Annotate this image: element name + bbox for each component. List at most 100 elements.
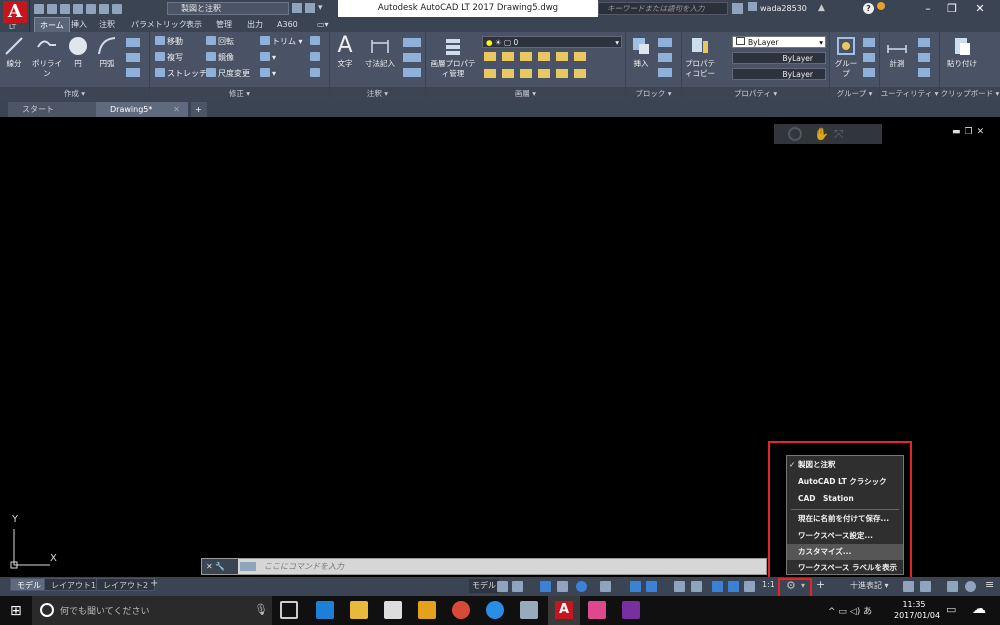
zoom-icon[interactable] [788,127,802,141]
menu-item-workspace-settings[interactable]: ワークスペース設定... [787,528,903,544]
tab-home[interactable]: ホーム [34,17,70,32]
paste-button[interactable]: 貼り付け [944,35,980,69]
tab-insert[interactable]: 挿入 [66,17,92,32]
media-icon[interactable] [418,601,436,619]
menu-item-drafting-annotation[interactable]: ✓ 製図と注釈 [787,457,903,473]
internet-explorer-icon[interactable] [486,601,504,619]
clipboard-panel-title[interactable]: クリップボード ▾ [940,87,1000,100]
notification-icon[interactable] [877,2,885,10]
array-button[interactable]: ▾ [260,67,276,81]
tab-view[interactable]: 表示 [181,17,207,32]
object-snap-tracking-icon[interactable] [630,581,641,592]
layer-tool-icon[interactable] [538,69,550,78]
scale-button[interactable]: 尺度変更 [206,67,250,81]
rectangle-icon[interactable] [126,38,140,47]
viewport-window-controls[interactable]: ▬❐✕ [952,127,988,137]
layer-properties-button[interactable]: 画層プロパティ管理 [428,35,478,79]
pencil-icon[interactable] [310,35,322,49]
layers-panel-title[interactable]: 画層 ▾ [426,87,625,100]
color-dropdown[interactable]: ByLayer ▾ [732,36,826,48]
infer-icon[interactable] [540,581,551,592]
ortho-icon[interactable] [557,581,568,592]
mirror-button[interactable]: 鏡像 [206,51,234,65]
create-panel-title[interactable]: 作成 ▾ [0,87,149,100]
layer-tool-icon[interactable] [520,69,532,78]
dimension-button[interactable]: 寸法記入 [360,35,400,69]
annotation-monitor-icon[interactable]: + [816,578,825,591]
notification-center-icon[interactable]: ▭ [946,603,956,616]
explode-icon[interactable] [310,67,322,81]
edit-block-icon[interactable] [658,53,672,62]
tab-start[interactable]: スタート [8,102,98,117]
navigation-bar[interactable]: ✋ ⤧ [774,124,882,144]
close-tab-icon[interactable]: ✕ [173,102,180,117]
menu-item-save-current-as[interactable]: 現在に名前を付けて保存... [787,511,903,527]
new-file-icon[interactable] [34,3,44,14]
store-icon[interactable] [384,601,402,619]
erase-icon[interactable] [310,51,322,65]
ribbon-options-icon[interactable]: ▭▾ [312,17,334,32]
share-icon[interactable] [292,3,302,13]
autocad-taskbar-button[interactable]: A [548,596,580,625]
auto-scale-icon[interactable] [728,581,739,592]
stretch-button[interactable]: ストレッチ [155,67,207,81]
windows-start-icon[interactable]: ⊞ [10,603,22,619]
print-icon[interactable] [86,3,96,14]
scale-dropdown[interactable]: 1:1 [762,580,775,589]
rotate-button[interactable]: 回転 [206,35,234,49]
customization-menu-icon[interactable]: ≡ [985,578,994,591]
command-prompt-icon[interactable] [240,562,256,571]
isodraft-icon[interactable] [600,581,611,592]
workspace-dropdown[interactable]: 製図と注釈 [167,2,289,15]
linear-dim-icon[interactable] [403,38,421,47]
calculator-icon[interactable] [918,68,930,77]
application-menu-button[interactable]: A LT [0,0,30,34]
microphone-icon[interactable]: 🎙 [254,603,268,616]
snap-icon[interactable] [512,581,523,592]
table-icon[interactable] [403,68,421,77]
transparency-icon[interactable] [691,581,702,592]
region-icon[interactable] [126,68,140,77]
chevron-down-icon[interactable]: ▾ [318,3,326,13]
tab-layout2[interactable]: レイアウト2 [96,578,156,591]
tray-icons[interactable]: ^ ▭ ◁) あ [828,604,872,617]
model-space-button[interactable]: モデル [469,579,499,593]
point-icon[interactable] [918,53,930,62]
tab-model[interactable]: モデル [10,578,48,591]
copy-button[interactable]: 複写 [155,51,183,65]
layer-tool-icon[interactable] [574,69,586,78]
hatch-icon[interactable] [126,53,140,62]
help-icon[interactable]: ? [863,3,874,14]
file-explorer-icon[interactable] [350,601,368,619]
paint-icon[interactable] [520,601,538,619]
open-file-icon[interactable] [47,3,57,14]
user-account[interactable]: wada28530 [748,0,807,17]
autocad-logo[interactable]: A [3,1,27,23]
menu-item-show-workspace-label[interactable]: ワークスペース ラベルを表示 [787,560,903,576]
redo-icon[interactable] [112,3,122,14]
hpb-icon[interactable] [588,601,606,619]
polar-icon[interactable] [576,581,587,592]
layer-tool-icon[interactable] [520,52,532,61]
command-input[interactable]: ここにコマンドを入力 [264,559,344,574]
save-as-icon[interactable] [73,3,83,14]
units-dropdown[interactable]: 十進表記 ▾ [850,580,889,591]
layer-tool-icon[interactable] [502,69,514,78]
attribute-icon[interactable] [658,68,672,77]
tab-a360[interactable]: A360 [272,17,303,32]
layer-tool-icon[interactable] [484,69,496,78]
polyline-button[interactable]: ポリライン [30,35,64,79]
search-input[interactable]: キーワードまたは語句を入力 [598,2,728,15]
pan-icon[interactable]: ✋ [814,127,829,141]
text-button[interactable]: A 文字 [333,35,357,69]
group-select-icon[interactable] [863,68,875,77]
lineweight-dropdown[interactable]: ByLayer [732,68,826,80]
quick-select-icon[interactable] [918,38,930,47]
tab-layout1[interactable]: レイアウト1 [44,578,104,591]
publish-icon[interactable] [305,3,315,13]
quick-properties-icon[interactable] [903,581,914,592]
orbit-icon[interactable]: ⤧ [834,127,844,142]
group-button[interactable]: グループ [832,35,860,79]
tab-annotate[interactable]: 注釈 [94,17,120,32]
isolate-objects-icon[interactable] [947,581,958,592]
